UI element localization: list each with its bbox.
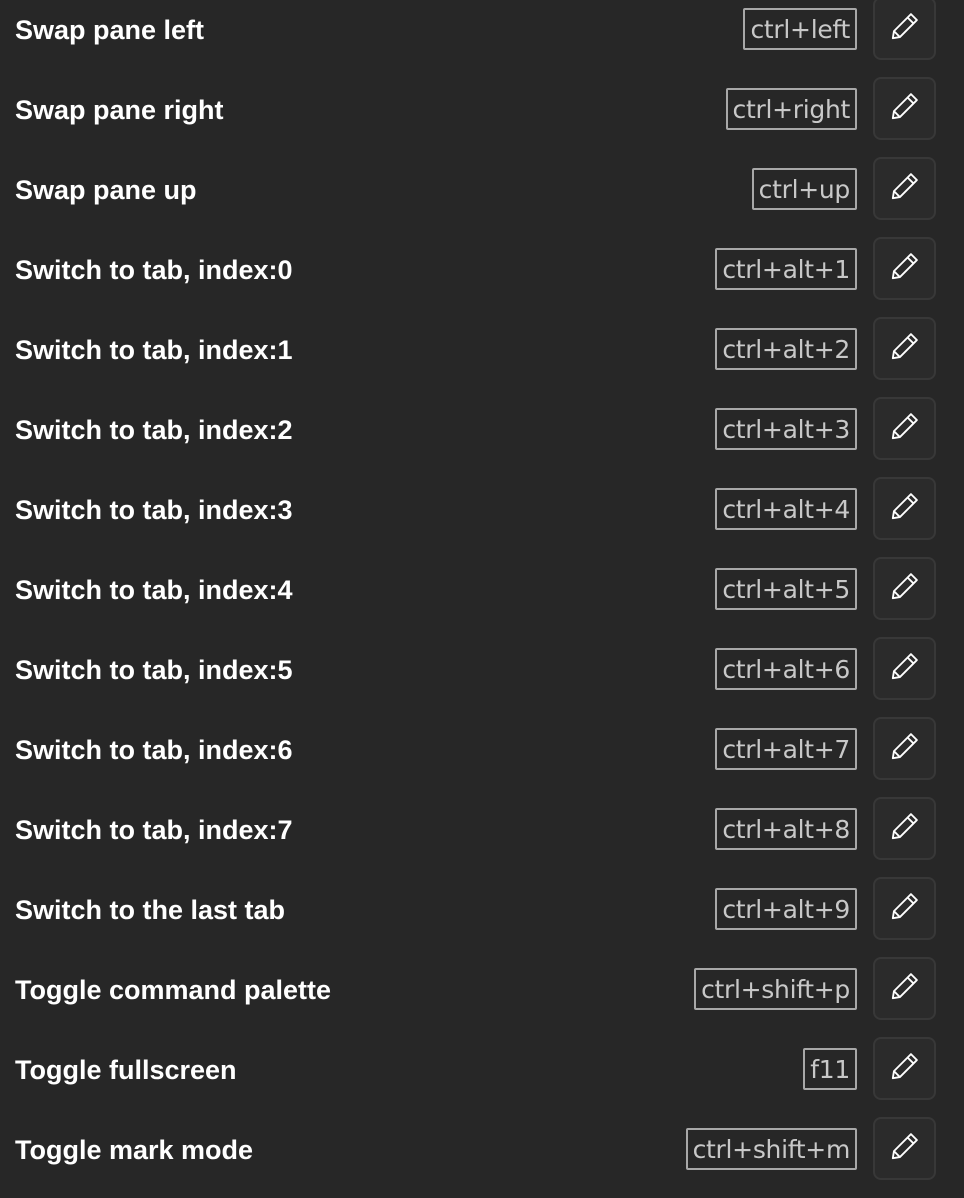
pencil-icon [888,169,922,208]
edit-keybinding-button[interactable] [873,797,936,860]
keybinding-row: Switch to tab, index:6 ctrl+alt+7 [0,717,964,800]
key-chord: ctrl+up [751,168,857,210]
keybinding-row: Switch to tab, index:5 ctrl+alt+6 [0,637,964,720]
keybinding-row: Toggle command palette ctrl+shift+p [0,957,964,1040]
edit-keybinding-button[interactable] [873,1037,936,1100]
keybinding-row: Switch to tab, index:0 ctrl+alt+1 [0,237,964,320]
pencil-icon [888,409,922,448]
keybinding-row: Swap pane right ctrl+right [0,77,964,160]
action-name: Switch to tab, index:6 [15,735,293,765]
pencil-icon [888,569,922,608]
action-name: Switch to tab, index:7 [15,815,293,845]
action-name: Toggle command palette [15,975,332,1005]
edit-keybinding-button[interactable] [873,637,936,700]
edit-keybinding-button[interactable] [873,157,936,220]
edit-keybinding-button[interactable] [873,717,936,780]
keybinding-row: Toggle mark mode ctrl+shift+m [0,1117,964,1198]
pencil-icon [888,329,922,368]
pencil-icon [888,809,922,848]
key-chord: ctrl+alt+6 [715,648,857,690]
keybinding-row: Swap pane up ctrl+up [0,157,964,240]
pencil-icon [888,969,922,1008]
key-chord: ctrl+left [743,8,857,50]
edit-keybinding-button[interactable] [873,397,936,460]
edit-keybinding-button[interactable] [873,1117,936,1180]
edit-keybinding-button[interactable] [873,0,936,60]
action-name: Swap pane right [15,95,224,125]
key-chord: ctrl+alt+8 [715,808,857,850]
keybinding-row: Switch to the last tab ctrl+alt+9 [0,877,964,960]
action-name: Toggle fullscreen [15,1055,237,1085]
keybinding-list: Swap pane left ctrl+left Swap pane right… [0,0,964,1198]
action-name: Switch to tab, index:0 [15,255,293,285]
keybinding-row: Switch to tab, index:7 ctrl+alt+8 [0,797,964,880]
keybinding-row: Toggle fullscreen f11 [0,1037,964,1120]
action-name: Switch to tab, index:4 [15,575,293,605]
key-chord: ctrl+alt+4 [715,488,857,530]
action-name: Switch to tab, index:1 [15,335,293,365]
edit-keybinding-button[interactable] [873,557,936,620]
action-name: Switch to tab, index:2 [15,415,293,445]
edit-keybinding-button[interactable] [873,477,936,540]
action-name: Switch to the last tab [15,895,286,925]
action-name: Toggle mark mode [15,1135,254,1165]
keybinding-row: Switch to tab, index:2 ctrl+alt+3 [0,397,964,480]
action-name: Switch to tab, index:5 [15,655,293,685]
key-chord: ctrl+shift+m [685,1128,857,1170]
action-name: Swap pane up [15,175,197,205]
pencil-icon [888,729,922,768]
key-chord: ctrl+alt+1 [715,248,857,290]
key-chord: ctrl+alt+5 [715,568,857,610]
keybinding-row: Switch to tab, index:3 ctrl+alt+4 [0,477,964,560]
keybinding-row: Switch to tab, index:1 ctrl+alt+2 [0,317,964,400]
key-chord: ctrl+alt+2 [715,328,857,370]
key-chord: ctrl+right [725,88,857,130]
pencil-icon [888,1129,922,1168]
edit-keybinding-button[interactable] [873,237,936,300]
edit-keybinding-button[interactable] [873,317,936,380]
action-name: Swap pane left [15,15,205,45]
pencil-icon [888,889,922,928]
key-chord: ctrl+shift+p [694,968,857,1010]
keybinding-row: Switch to tab, index:4 ctrl+alt+5 [0,557,964,640]
edit-keybinding-button[interactable] [873,877,936,940]
pencil-icon [888,1049,922,1088]
keybinding-row: Swap pane left ctrl+left [0,0,964,80]
pencil-icon [888,9,922,48]
key-chord: ctrl+alt+7 [715,728,857,770]
key-chord: ctrl+alt+3 [715,408,857,450]
edit-keybinding-button[interactable] [873,957,936,1020]
edit-keybinding-button[interactable] [873,77,936,140]
pencil-icon [888,249,922,288]
pencil-icon [888,89,922,128]
key-chord: f11 [803,1048,857,1090]
pencil-icon [888,489,922,528]
action-name: Switch to tab, index:3 [15,495,293,525]
pencil-icon [888,649,922,688]
key-chord: ctrl+alt+9 [715,888,857,930]
